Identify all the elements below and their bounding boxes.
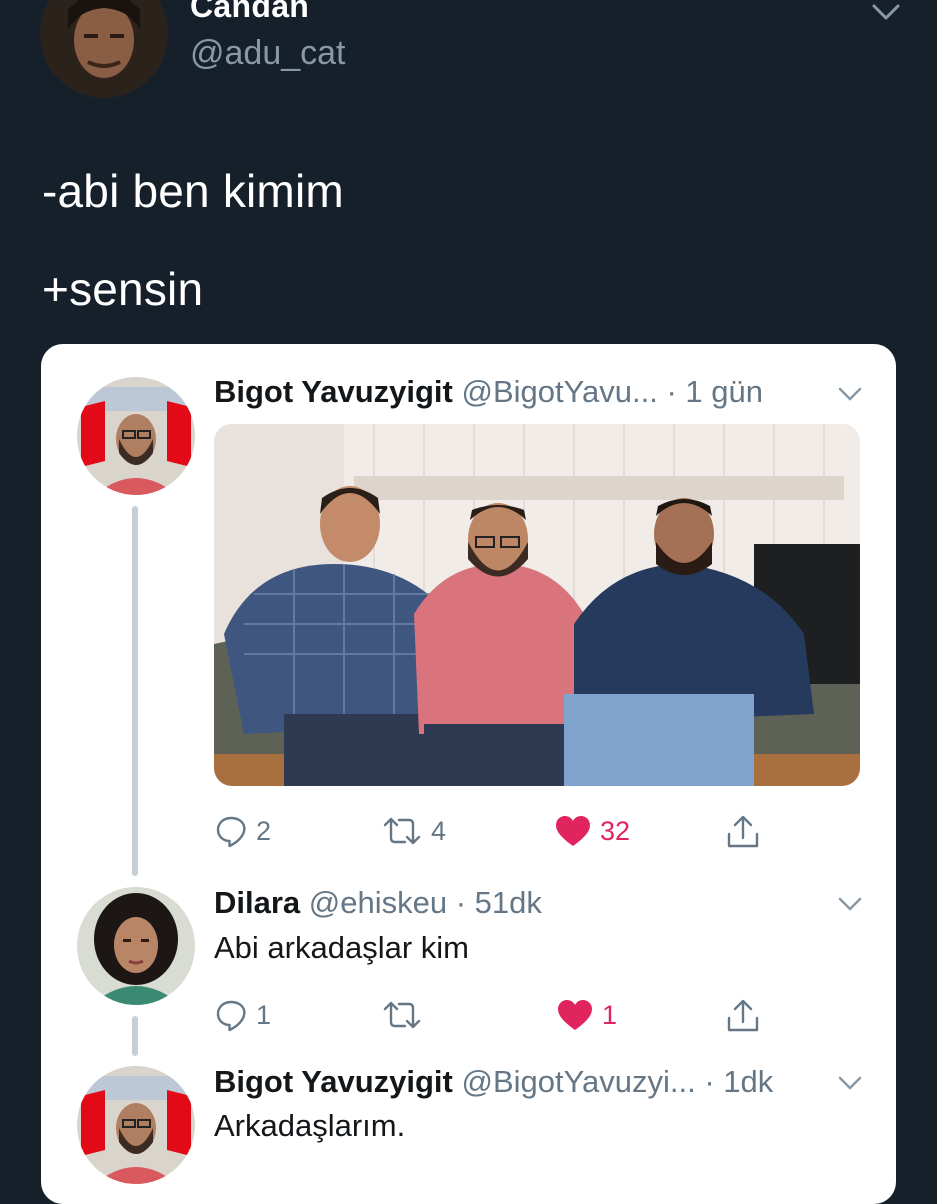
share-icon — [727, 999, 759, 1032]
tweet-author-name[interactable]: Bigot Yavuzyigit — [214, 1064, 453, 1099]
tweet-header-2: Dilara @ehiskeu · 51dk — [214, 885, 542, 921]
like-button[interactable]: 1 — [556, 998, 617, 1032]
reply-button[interactable]: 2 — [214, 814, 271, 848]
tweet-author-handle[interactable]: @BigotYavu... — [461, 374, 657, 409]
tweet-text-line-2: +sensin — [42, 263, 204, 315]
tweet-header-1: Bigot Yavuzyigit @BigotYavu... · 1 gün — [214, 374, 763, 410]
tweet-header-3: Bigot Yavuzyigit @BigotYavuzyi... · 1dk — [214, 1064, 773, 1100]
reply-icon — [216, 1000, 246, 1032]
tweet-time[interactable]: · 51dk — [456, 885, 542, 920]
tweet-author-handle[interactable]: @ehiskeu — [309, 885, 447, 920]
like-count: 32 — [600, 815, 631, 846]
chevron-down-icon[interactable] — [836, 1073, 864, 1093]
chevron-down-icon[interactable] — [836, 384, 864, 404]
retweet-button[interactable] — [381, 998, 423, 1032]
tweet-author-name[interactable]: Dilara — [214, 885, 300, 920]
tweet-text: Abi arkadaşlar kim — [214, 930, 469, 965]
chevron-down-icon[interactable] — [836, 894, 864, 914]
tweet-time[interactable]: · 1dk — [704, 1064, 773, 1099]
share-button[interactable] — [725, 814, 761, 850]
retweet-icon — [383, 1001, 421, 1029]
share-button[interactable] — [725, 998, 761, 1034]
reply-icon — [216, 816, 246, 848]
bigot-avatar[interactable] — [77, 1066, 195, 1184]
retweet-button[interactable]: 4 — [381, 814, 446, 848]
like-count: 1 — [602, 999, 618, 1030]
reply-count: 2 — [256, 815, 272, 846]
heart-icon — [556, 816, 590, 846]
heart-icon — [558, 1000, 592, 1030]
reply-count: 1 — [256, 999, 272, 1030]
bigot-avatar[interactable] — [77, 377, 195, 495]
reply-button[interactable]: 1 — [214, 998, 271, 1032]
tweet-author-handle[interactable]: @BigotYavuzyi... — [461, 1064, 695, 1099]
outer-author-handle[interactable]: @adu_cat — [190, 34, 346, 73]
tweet-text: Arkadaşlarım. — [214, 1108, 406, 1143]
embedded-screenshot-card: Bigot Yavuzyigit @BigotYavu... · 1 gün 2… — [41, 344, 896, 1204]
thread-line — [132, 506, 138, 876]
retweet-icon — [383, 817, 421, 845]
retweet-count: 4 — [431, 815, 447, 846]
like-button[interactable]: 32 — [554, 814, 630, 848]
outer-author-avatar[interactable] — [40, 0, 168, 98]
chevron-down-icon[interactable] — [866, 0, 906, 28]
dilara-avatar[interactable] — [77, 887, 195, 1005]
thread-line — [132, 1016, 138, 1056]
tweet-author-name[interactable]: Bigot Yavuzyigit — [214, 374, 453, 409]
tweet-text-line-1: -abi ben kimim — [42, 165, 344, 217]
tweet-photo[interactable] — [214, 424, 860, 786]
share-icon — [727, 815, 759, 848]
outer-author-name[interactable]: Candan — [190, 0, 309, 25]
tweet-time[interactable]: · 1 gün — [666, 374, 763, 409]
